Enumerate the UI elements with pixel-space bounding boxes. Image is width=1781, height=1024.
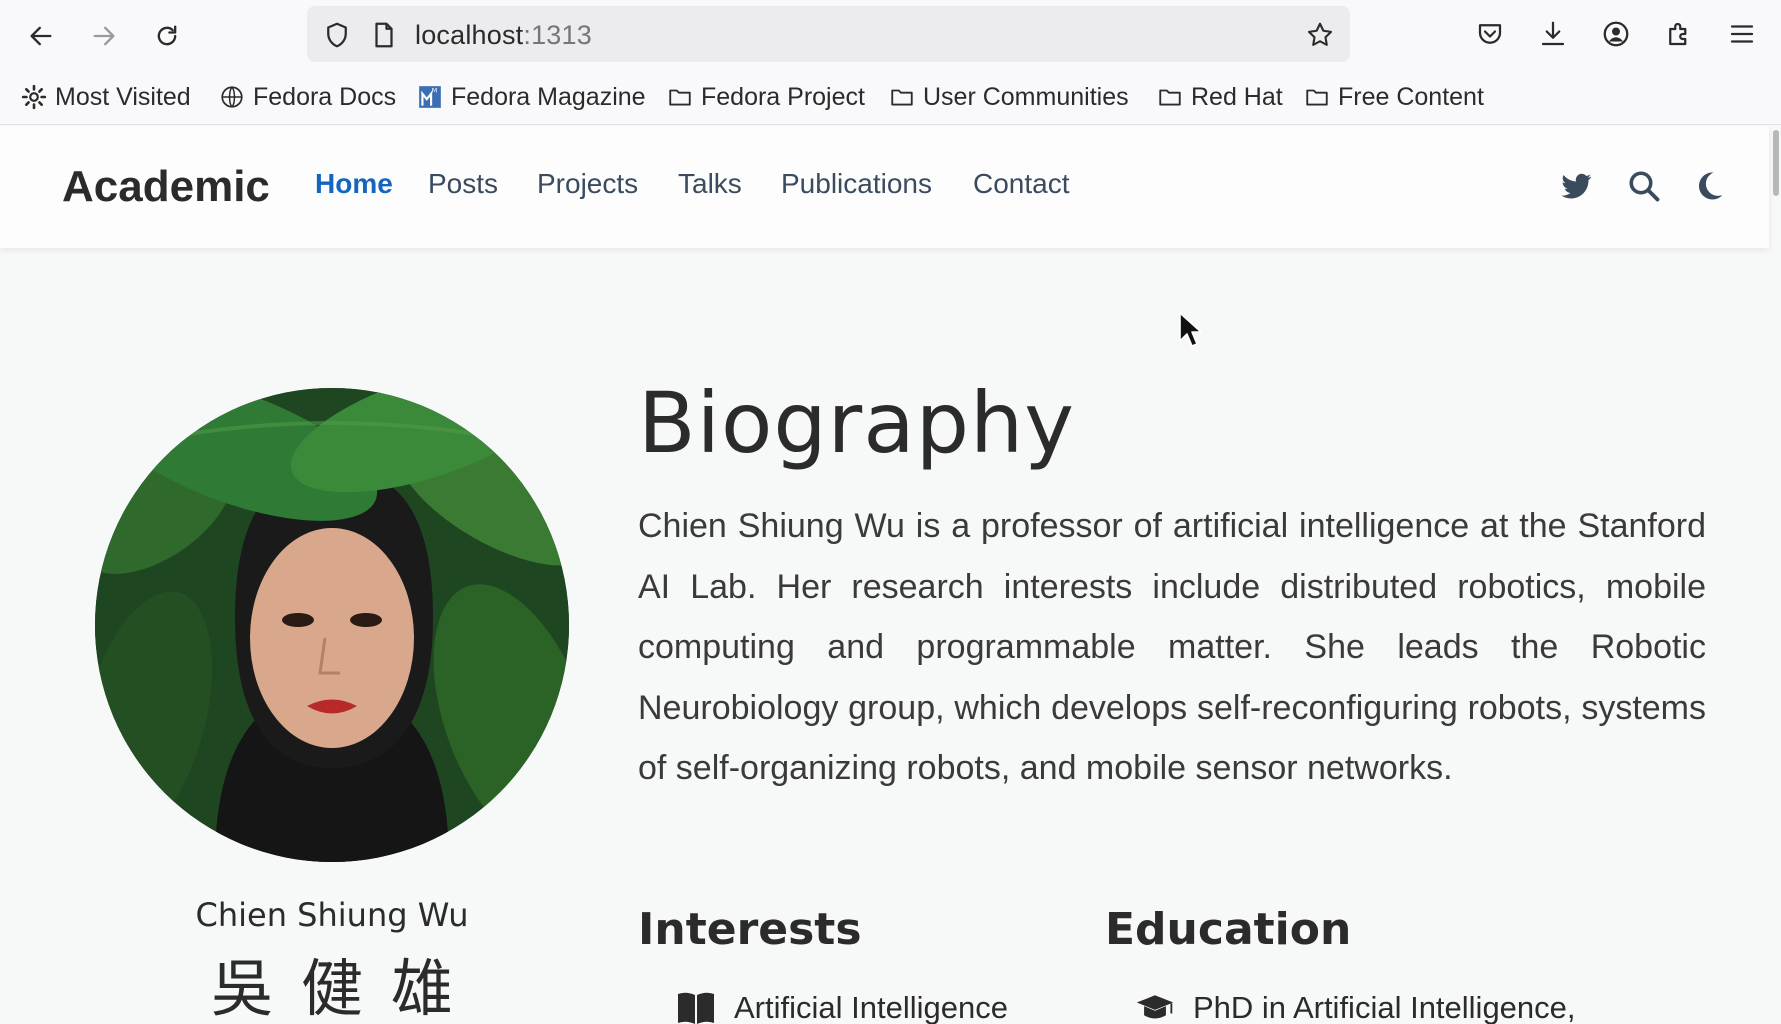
search-icon [1629,171,1660,202]
mouse-cursor-icon [1179,312,1202,347]
education-label: PhD in Artificial Intelligence, [1193,990,1576,1024]
bookmarks-toolbar: Most Visited Fedora Docs M Fedora Magazi… [0,70,1781,125]
bookmark-fedora-docs[interactable]: Fedora Docs [219,78,396,116]
arrow-left-icon [30,26,52,46]
gear-icon [21,84,47,110]
nav-posts[interactable]: Posts [428,168,498,200]
book-icon [678,992,714,1024]
avatar [95,388,569,862]
nav-projects[interactable]: Projects [537,168,638,200]
forward-button[interactable] [84,16,124,56]
profile-name: Chien Shiung Wu [195,896,469,934]
puzzle-icon [1669,22,1687,46]
bookmark-label: Red Hat [1191,82,1283,111]
page-viewport: Academic Home Posts Projects Talks Publi… [0,126,1781,1024]
downloads-button[interactable] [1535,14,1571,54]
nav-contact[interactable]: Contact [973,168,1070,200]
site-navbar: Academic Home Posts Projects Talks Publi… [0,126,1769,248]
nav-talks[interactable]: Talks [678,168,742,200]
hamburger-menu-icon [1730,25,1754,43]
menu-button[interactable] [1724,14,1760,54]
site-brand[interactable]: Academic [62,162,270,212]
biography-title: Biography [638,374,1075,472]
svg-text:M: M [432,87,438,95]
portrait-image [95,388,569,862]
bookmark-label: Fedora Project [701,82,865,111]
biography-text: Chien Shiung Wu is a professor of artifi… [638,507,1706,787]
fedora-magazine-icon: M [419,86,441,108]
download-icon [1541,21,1565,46]
nav-home[interactable]: Home [315,168,393,200]
nav-publications[interactable]: Publications [781,168,932,200]
graduation-cap-icon [1136,995,1174,1019]
url-text[interactable]: localhost:1313 [415,20,592,51]
search-button[interactable] [1626,168,1662,204]
shield-icon[interactable] [322,20,352,50]
arrow-right-icon [93,26,115,46]
pocket-button[interactable] [1472,14,1508,54]
folder-icon [891,89,913,106]
account-button[interactable] [1598,14,1634,54]
interests-title: Interests [638,904,862,955]
browser-toolbar: localhost:1313 [0,0,1781,70]
back-button[interactable] [21,16,61,56]
folder-icon [1306,89,1328,106]
url-bar[interactable]: localhost:1313 [307,6,1350,62]
folder-icon [1159,89,1181,106]
url-port: :1313 [523,20,592,50]
scrollbar-thumb[interactable] [1773,130,1779,196]
twitter-link[interactable] [1558,168,1594,204]
star-icon[interactable] [1305,20,1335,50]
bookmark-label: User Communities [923,82,1129,111]
bookmark-free-content[interactable]: Free Content [1304,78,1484,116]
profile-name-cjk: 吳健雄 [210,952,481,1024]
reload-icon [157,25,177,46]
bookmark-most-visited[interactable]: Most Visited [21,78,191,116]
folder-icon [669,89,691,106]
bookmark-red-hat[interactable]: Red Hat [1157,78,1283,116]
twitter-icon [1561,173,1592,199]
globe-icon [221,86,243,108]
interest-label: Artificial Intelligence [734,990,1008,1024]
dark-mode-toggle[interactable] [1691,168,1727,204]
page-icon[interactable] [369,20,399,50]
moon-icon [1698,172,1723,200]
bookmark-user-communities[interactable]: User Communities [889,78,1129,116]
pocket-icon [1478,24,1502,44]
page-scrollbar[interactable] [1769,126,1781,1024]
interest-item: Artificial Intelligence [676,988,1008,1024]
reload-button[interactable] [147,16,187,56]
bookmark-label: Most Visited [55,82,191,111]
bookmark-fedora-project[interactable]: Fedora Project [667,78,865,116]
extensions-button[interactable] [1661,14,1697,54]
bookmark-fedora-magazine[interactable]: M Fedora Magazine [417,78,646,116]
url-host: localhost [415,20,524,50]
education-item: PhD in Artificial Intelligence, [1135,988,1576,1024]
account-icon [1603,21,1629,47]
bookmark-label: Free Content [1338,82,1484,111]
education-title: Education [1105,904,1352,955]
bookmark-label: Fedora Magazine [451,82,646,111]
bookmark-label: Fedora Docs [253,82,397,111]
